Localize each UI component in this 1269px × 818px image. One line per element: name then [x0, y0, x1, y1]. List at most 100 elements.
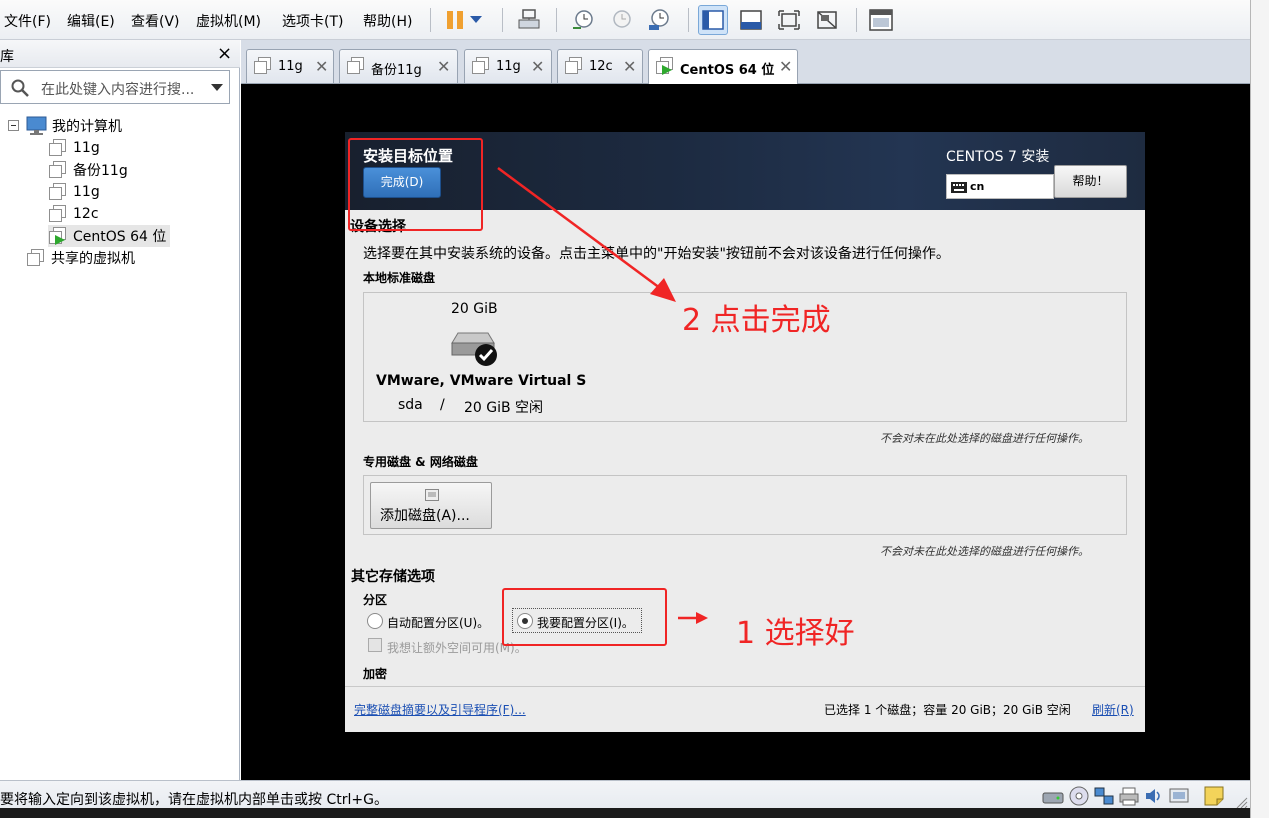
disk-device: sda: [398, 397, 423, 413]
keyboard-layout-indicator[interactable]: cn: [946, 174, 1054, 199]
resize-grip-icon[interactable]: [1234, 795, 1248, 809]
annotation-arrow-icon: [678, 612, 708, 624]
add-disk-button[interactable]: 添加磁盘(A)...: [370, 482, 492, 529]
disk-separator: /: [440, 397, 445, 413]
menu-vm[interactable]: 虚拟机(M): [196, 11, 261, 31]
tree-label: 11g: [73, 140, 100, 156]
vm-running-icon: [655, 57, 675, 75]
radio-unselected[interactable]: [367, 613, 383, 629]
printer-icon[interactable]: [1118, 786, 1140, 806]
vm-icon: [253, 57, 273, 75]
tab-vm[interactable]: 12c ✕: [557, 49, 643, 83]
radio-label: 自动配置分区(U)。: [387, 616, 490, 630]
toolbar-separator: [856, 8, 857, 32]
tab-label: 11g: [278, 59, 303, 74]
tab-vm[interactable]: 11g ✕: [464, 49, 552, 83]
sound-icon[interactable]: [1143, 786, 1165, 806]
tab-label: 11g: [496, 59, 521, 74]
disk-note: 不会对未在此处选择的磁盘进行任何操作。: [880, 545, 1089, 558]
disk-selected-icon: [451, 332, 497, 366]
keyboard-layout-label: cn: [970, 180, 985, 193]
toolbar-separator: [688, 8, 689, 32]
library-title: 库: [0, 49, 14, 65]
preferences-view-icon[interactable]: [866, 5, 896, 35]
host-taskbar: [0, 808, 1250, 818]
message-log-icon[interactable]: [1203, 785, 1225, 807]
display-icon[interactable]: [1168, 786, 1190, 806]
refresh-link[interactable]: 刷新(R): [1092, 701, 1134, 718]
menu-view[interactable]: 查看(V): [131, 11, 180, 31]
checkbox[interactable]: [368, 638, 382, 652]
close-icon[interactable]: ✕: [531, 57, 544, 76]
send-ctrl-alt-del-icon[interactable]: [514, 5, 544, 35]
tree-shared-vms[interactable]: 共享的虚拟机: [26, 247, 135, 269]
close-icon[interactable]: ✕: [437, 57, 450, 76]
menu-tabs[interactable]: 选项卡(T): [282, 11, 343, 31]
tab-vm-active[interactable]: CentOS 64 位 ✕: [648, 49, 798, 84]
close-icon[interactable]: ✕: [779, 57, 792, 76]
subsection-heading: 专用磁盘 & 网络磁盘: [363, 455, 478, 469]
snapshot-icon[interactable]: [568, 5, 598, 35]
close-icon[interactable]: ✕: [623, 57, 636, 76]
tab-strip: 11g ✕ 备份11g ✕ 11g ✕ 12c ✕ CentOS 64 位 ✕: [241, 40, 1250, 84]
tree-vm-item[interactable]: 11g: [48, 137, 100, 159]
tree-label: CentOS 64 位: [73, 229, 167, 245]
tree-label: 我的计算机: [52, 119, 122, 135]
collapse-icon[interactable]: [8, 120, 20, 132]
tree-my-computer[interactable]: 我的计算机: [8, 115, 122, 137]
fullscreen-icon[interactable]: [774, 5, 804, 35]
subsection-heading: 本地标准磁盘: [363, 271, 436, 285]
product-title: CENTOS 7 安装: [946, 149, 1050, 165]
tab-label: CentOS 64 位: [680, 63, 775, 78]
toolbar-separator: [502, 8, 503, 32]
annotation-box-done: [348, 138, 483, 231]
disk-note: 不会对未在此处选择的磁盘进行任何操作。: [880, 432, 1089, 445]
chevron-down-icon[interactable]: [211, 84, 223, 92]
subsection-heading: 分区: [363, 593, 388, 607]
help-button[interactable]: 帮助！: [1054, 165, 1127, 198]
hard-disk-icon[interactable]: [1042, 787, 1064, 805]
close-icon[interactable]: ✕: [315, 57, 328, 76]
annotation-arrow-icon: [497, 166, 676, 302]
library-header: 库 ×: [0, 40, 240, 68]
menu-file[interactable]: 文件(F): [4, 11, 51, 31]
tab-label: 备份11g: [371, 63, 422, 78]
menu-help[interactable]: 帮助(H): [363, 11, 412, 31]
tree-label: 备份11g: [73, 163, 128, 179]
library-close-button[interactable]: ×: [217, 43, 232, 64]
menu-bar: 文件(F) 编辑(E) 查看(V) 虚拟机(M) 选项卡(T) 帮助(H): [0, 0, 1250, 40]
console-view-icon[interactable]: [736, 5, 766, 35]
revert-snapshot-icon[interactable]: [606, 5, 636, 35]
disk-summary-link[interactable]: 完整磁盘摘要以及引导程序(F)...: [354, 701, 526, 718]
tree-vm-item[interactable]: 11g: [48, 181, 100, 203]
tree-vm-item[interactable]: 备份11g: [48, 159, 128, 181]
cd-drive-icon[interactable]: [1068, 786, 1090, 806]
divider: [345, 686, 1145, 687]
tree-vm-item-selected[interactable]: CentOS 64 位: [48, 225, 171, 247]
search-icon: [11, 79, 29, 97]
disk-tile[interactable]: 20 GiB VMware, VMware Virtual S sda / 20…: [364, 293, 586, 421]
annotation-box-partition: [502, 588, 667, 646]
add-disk-label: 添加磁盘(A)...: [380, 508, 470, 524]
annotation-step-2: 2 点击完成: [682, 303, 831, 338]
chevron-down-icon[interactable]: [466, 5, 486, 35]
snapshot-manager-icon[interactable]: [644, 5, 674, 35]
tree-label: 12c: [73, 206, 99, 222]
toolbar-separator: [556, 8, 557, 32]
tree-vm-item[interactable]: 12c: [48, 203, 99, 225]
unity-icon[interactable]: [812, 5, 842, 35]
network-icon[interactable]: [1093, 786, 1115, 806]
vm-running-icon: [48, 227, 68, 245]
menu-edit[interactable]: 编辑(E): [67, 11, 115, 31]
host-desktop-edge: [1250, 0, 1269, 818]
keyboard-icon: [951, 182, 967, 193]
tab-vm[interactable]: 备份11g ✕: [339, 49, 458, 83]
search-input[interactable]: 在此处键入内容进行搜...: [41, 79, 194, 99]
vm-icon: [48, 139, 68, 157]
tab-vm[interactable]: 11g ✕: [246, 49, 334, 83]
annotation-step-1: 1 选择好: [736, 616, 855, 651]
computer-icon: [26, 116, 47, 135]
show-library-icon[interactable]: [698, 5, 728, 35]
vm-icon: [564, 57, 584, 75]
library-search[interactable]: 在此处键入内容进行搜...: [0, 70, 230, 104]
